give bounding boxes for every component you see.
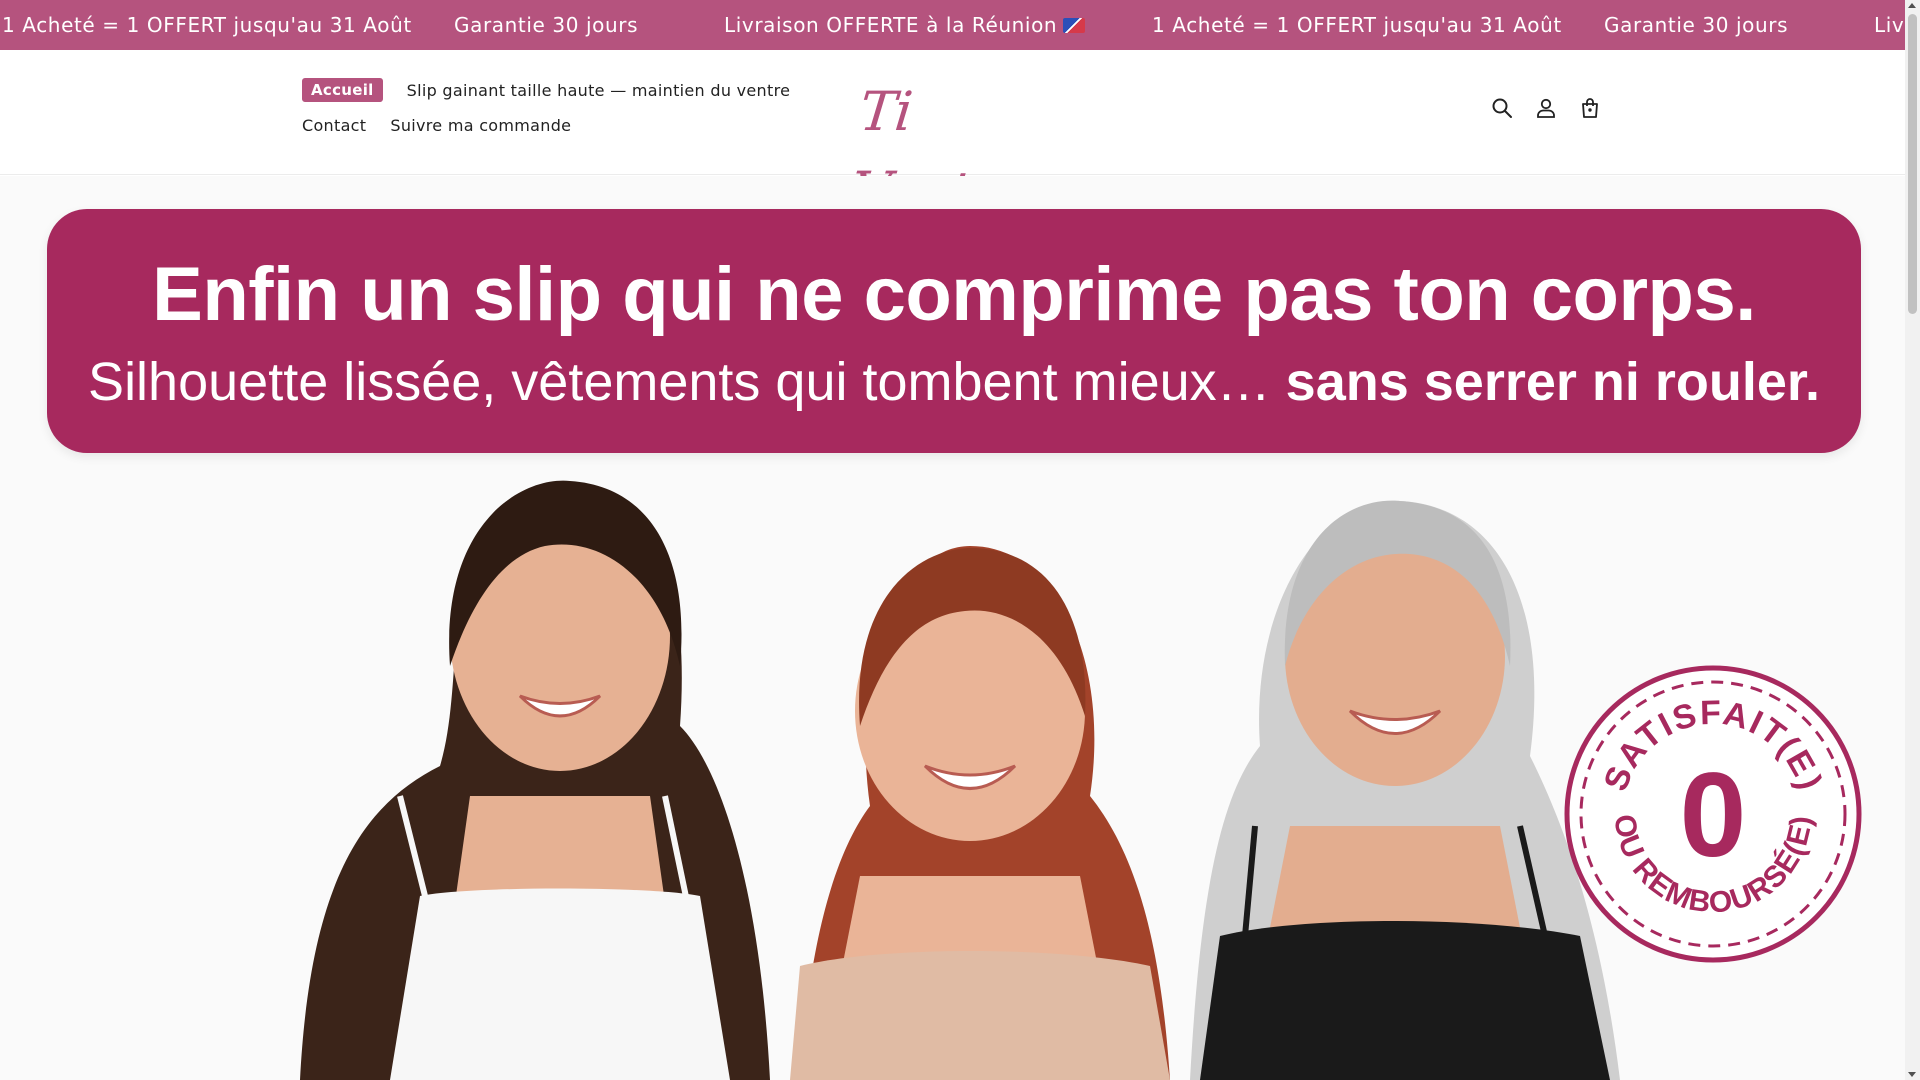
- nav-link-product[interactable]: Slip gainant taille haute — maintien du …: [407, 81, 791, 100]
- site-logo[interactable]: Ti Ventre: [848, 72, 1044, 223]
- announcement-item: Livraison OFFERTE à la Réunion: [724, 0, 1086, 50]
- scroll-down-arrow-icon[interactable]: [1908, 1072, 1916, 1077]
- nav-link-home[interactable]: Accueil: [302, 78, 383, 102]
- banner-subtitle: Silhouette lissée, vêtements qui tombent…: [47, 351, 1861, 413]
- banner-subtitle-regular: Silhouette lissée, vêtements qui tombent…: [88, 352, 1271, 412]
- nav-link-contact[interactable]: Contact: [302, 116, 366, 135]
- search-icon[interactable]: [1490, 96, 1514, 120]
- header-icons: [1490, 96, 1602, 120]
- guarantee-stamp: SATISFAIT(E) 0 OU REMBOURSÉ(E): [1563, 664, 1863, 964]
- announcement-item: 1 Acheté = 1 OFFERT jusqu'au 31 Août: [1152, 13, 1562, 37]
- cart-icon[interactable]: [1578, 96, 1602, 120]
- announcement-item: Garantie 30 jours: [454, 13, 639, 37]
- account-icon[interactable]: [1534, 96, 1558, 120]
- announcement-text: Livraison OFFERTE à la Réunion: [724, 13, 1058, 37]
- announcement-bar: 1 Acheté = 1 OFFERT jusqu'au 31 Août Gar…: [0, 0, 1905, 50]
- woman-middle-figure: [790, 546, 1170, 1080]
- stamp-center-text: 0: [1680, 748, 1747, 882]
- announcement-item: 1 Acheté = 1 OFFERT jusqu'au 31 Août: [2, 13, 412, 37]
- hero-banner: Enfin un slip qui ne comprime pas ton co…: [47, 209, 1861, 453]
- nav-link-track-order[interactable]: Suivre ma commande: [390, 116, 571, 135]
- main-nav: Accueil Slip gainant taille haute — main…: [302, 78, 822, 135]
- hero-section: Enfin un slip qui ne comprime pas ton co…: [0, 176, 1905, 1080]
- banner-subtitle-bold: sans serrer ni rouler.: [1285, 352, 1820, 412]
- announcement-item: Garantie 30 jours: [1604, 13, 1789, 37]
- announcement-item: Livr: [1874, 13, 1905, 37]
- reunion-flag-icon: [1063, 18, 1086, 33]
- woman-right-figure: [1190, 500, 1620, 1080]
- nav-row: Accueil Slip gainant taille haute — main…: [302, 78, 822, 102]
- scrollbar-thumb[interactable]: [1908, 14, 1917, 314]
- banner-title: Enfin un slip qui ne comprime pas ton co…: [152, 252, 1756, 337]
- page-scrollbar[interactable]: [1905, 0, 1920, 1080]
- woman-left-figure: [300, 480, 770, 1080]
- scroll-up-arrow-icon[interactable]: [1908, 3, 1916, 8]
- site-header: Accueil Slip gainant taille haute — main…: [0, 50, 1905, 223]
- nav-row: Contact Suivre ma commande: [302, 116, 822, 135]
